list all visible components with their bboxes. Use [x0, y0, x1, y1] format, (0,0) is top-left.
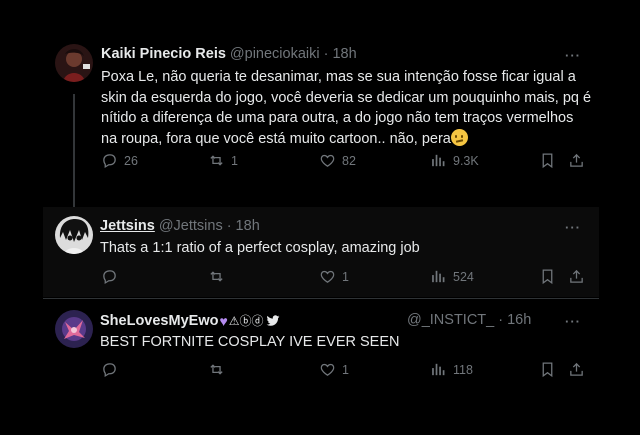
- views-button[interactable]: 9.3K: [430, 152, 479, 169]
- timestamp[interactable]: · 18h: [324, 46, 357, 62]
- tweet-text-line: skin da esquerda do jogo, você deveria s…: [101, 89, 592, 106]
- retweet-button[interactable]: 1: [208, 152, 238, 169]
- like-button[interactable]: 1: [319, 361, 349, 378]
- reply-button[interactable]: [101, 268, 124, 285]
- share-icon: [570, 269, 583, 283]
- tweet-header: Jettsins @Jettsins · 18h: [100, 218, 260, 234]
- display-name[interactable]: SheLovesMyEwo: [100, 313, 218, 329]
- share-icon: [570, 362, 583, 376]
- tweet-text: BEST FORTNITE COSPLAY IVE EVER SEEN: [100, 332, 400, 353]
- tweet-actions: 1 118: [101, 361, 601, 381]
- views-chart-icon: [432, 154, 445, 167]
- share-icon: [570, 153, 583, 167]
- purple-heart-emoji: ♥: [219, 312, 228, 329]
- face-with-diagonal-mouth-emoji: [450, 128, 468, 146]
- tweet-meta: @_INSTICT_ · 16h: [407, 312, 531, 328]
- thread-connector: [73, 94, 75, 221]
- tweet-header: SheLovesMyEwo ♥ ⚠︎ⓑⓓ: [100, 312, 280, 329]
- retweet-icon: [210, 364, 223, 375]
- share-button[interactable]: [568, 268, 585, 285]
- tweet-text-line: BEST FORTNITE COSPLAY IVE EVER SEEN: [100, 334, 400, 350]
- bookmark-button[interactable]: [539, 152, 556, 169]
- reply-icon: [103, 270, 116, 285]
- share-button[interactable]: [568, 361, 585, 378]
- heart-icon: [320, 154, 335, 167]
- like-count: 1: [342, 362, 349, 377]
- bookmark-button[interactable]: [539, 268, 556, 285]
- bookmark-icon: [542, 362, 553, 378]
- like-button[interactable]: 82: [319, 152, 356, 169]
- timestamp[interactable]: · 16h: [498, 312, 531, 328]
- reply-button[interactable]: 26: [101, 152, 138, 169]
- retweet-count: 1: [231, 153, 238, 168]
- heart-icon: [320, 363, 335, 376]
- heart-icon: [320, 270, 335, 283]
- user-handle[interactable]: @Jettsins: [159, 218, 223, 234]
- user-handle[interactable]: @_INSTICT_: [407, 312, 494, 328]
- views-button[interactable]: 524: [430, 268, 474, 285]
- avatar[interactable]: [55, 44, 93, 82]
- display-name[interactable]: Kaiki Pinecio Reis: [101, 46, 226, 62]
- more-options-icon[interactable]: ···: [565, 314, 581, 329]
- reply-icon: [103, 154, 116, 169]
- more-options-icon[interactable]: ···: [565, 220, 581, 235]
- tweet-text-line: Thats a 1:1 ratio of a perfect cosplay, …: [100, 240, 420, 256]
- tweet-text-line: Poxa Le, não queria te desanimar, mas se…: [101, 69, 576, 85]
- retweet-icon: [210, 155, 223, 166]
- views-chart-icon: [432, 270, 445, 283]
- tweet-actions: 26 1 82 9.3K: [101, 152, 601, 172]
- like-button[interactable]: 1: [319, 268, 349, 285]
- share-button[interactable]: [568, 152, 585, 169]
- views-count: 9.3K: [453, 153, 479, 168]
- user-handle[interactable]: @pineciokaiki: [230, 46, 320, 62]
- tweet-header: Kaiki Pinecio Reis @pineciokaiki · 18h: [101, 46, 357, 62]
- like-count: 82: [342, 153, 356, 168]
- reply-count: 26: [124, 153, 138, 168]
- retweet-button[interactable]: [208, 268, 231, 285]
- like-count: 1: [342, 269, 349, 284]
- bookmark-icon: [542, 269, 553, 285]
- tweet-card[interactable]: Jettsins @Jettsins · 18h ··· Thats a 1:1…: [43, 207, 599, 297]
- more-options-icon[interactable]: ···: [565, 48, 581, 63]
- name-symbols: ⚠︎ⓑⓓ: [228, 314, 264, 328]
- bookmark-button[interactable]: [539, 361, 556, 378]
- tweet-text-line: na roupa, fora que você está muito carto…: [101, 128, 591, 150]
- avatar[interactable]: [55, 310, 93, 348]
- retweet-icon: [210, 271, 223, 282]
- display-name[interactable]: Jettsins: [100, 218, 155, 234]
- avatar[interactable]: [55, 216, 93, 254]
- reply-icon: [103, 363, 116, 378]
- bird-icon: [266, 314, 279, 326]
- tweet-card[interactable]: SheLovesMyEwo ♥ ⚠︎ⓑⓓ @_INSTICT_ · 16h ··…: [43, 298, 599, 398]
- views-count: 118: [453, 362, 473, 377]
- tweet-text: Poxa Le, não queria te desanimar, mas se…: [101, 67, 591, 149]
- views-chart-icon: [432, 363, 445, 376]
- bookmark-icon: [542, 153, 553, 169]
- tweet-text: Thats a 1:1 ratio of a perfect cosplay, …: [100, 238, 420, 259]
- views-button[interactable]: 118: [430, 361, 473, 378]
- tweet-text-line: nítido a diferença de uma para outra, a …: [101, 110, 574, 126]
- views-count: 524: [453, 269, 474, 284]
- timestamp[interactable]: · 18h: [227, 218, 260, 234]
- retweet-button[interactable]: [208, 361, 231, 378]
- tweet-actions: 1 524: [101, 268, 601, 288]
- reply-button[interactable]: [101, 361, 124, 378]
- tweet-card[interactable]: Kaiki Pinecio Reis @pineciokaiki · 18h ·…: [43, 36, 601, 221]
